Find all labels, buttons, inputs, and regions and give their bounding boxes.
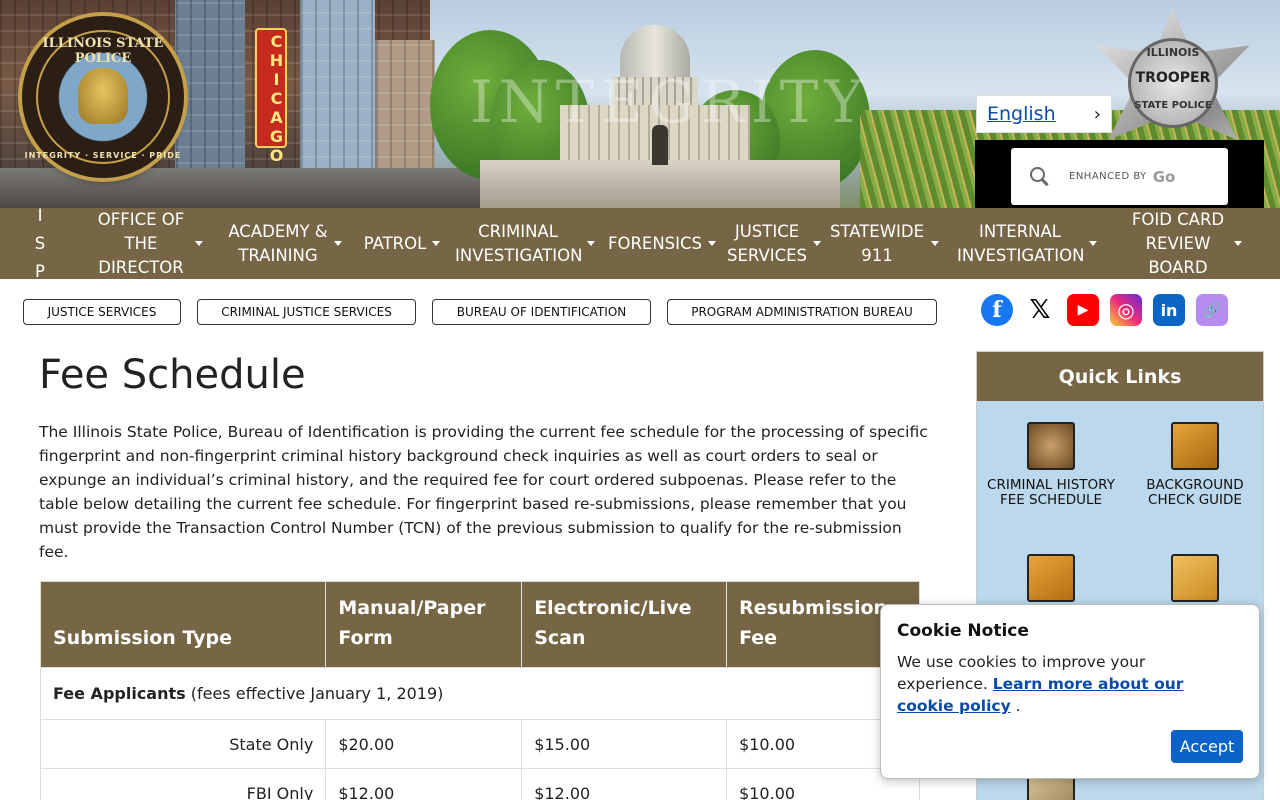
banner-tower bbox=[175, 0, 245, 180]
language-label[interactable]: English bbox=[987, 103, 1056, 125]
caret-down-icon bbox=[708, 241, 717, 246]
document-stamp-icon bbox=[1171, 554, 1219, 602]
badge-text-top: ILLINOIS bbox=[1146, 46, 1200, 59]
nav-label: ACADEMY & TRAINING bbox=[228, 221, 328, 265]
link-icon[interactable]: 🔗 bbox=[1196, 294, 1228, 326]
quick-link-background-check-guide[interactable]: BACKGROUND CHECK GUIDE bbox=[1130, 422, 1260, 507]
page-title: Fee Schedule bbox=[39, 352, 306, 398]
cookie-notice: Cookie Notice We use cookies to improve … bbox=[880, 604, 1260, 779]
table-header-row: Submission Type Manual/Paper Form Electr… bbox=[39, 581, 920, 668]
nav-item-criminal-investigation[interactable]: CRIMINAL INVESTIGATION bbox=[450, 208, 600, 279]
table-cell: FBI Only bbox=[39, 768, 327, 800]
cookie-period: . bbox=[1015, 697, 1021, 715]
column-header: Manual/Paper Form bbox=[325, 581, 523, 668]
youtube-icon[interactable]: ▶ bbox=[1067, 294, 1099, 326]
quick-link-cannabis[interactable] bbox=[986, 554, 1116, 610]
nav-label: OFFICE OF THE DIRECTOR bbox=[97, 209, 185, 277]
caret-down-icon bbox=[1089, 241, 1097, 246]
breadcrumb-criminal-justice-services[interactable]: CRIMINAL JUSTICE SERVICES bbox=[197, 299, 416, 325]
caret-down-icon bbox=[587, 241, 595, 246]
nav-item-internal-investigation[interactable]: INTERNAL INVESTIGATION bbox=[944, 208, 1110, 279]
caret-down-icon bbox=[432, 241, 441, 246]
breadcrumb-program-administration-bureau[interactable]: PROGRAM ADMINISTRATION BUREAU bbox=[667, 299, 937, 325]
cookie-title: Cookie Notice bbox=[897, 621, 1029, 641]
table-cell: $12.00 bbox=[521, 768, 728, 800]
isp-seal-logo[interactable]: ILLINOIS STATE POLICE INTEGRITY · SERVIC… bbox=[22, 16, 184, 178]
seal-motto: INTEGRITY · SERVICE · PRIDE bbox=[24, 151, 182, 160]
group-label: Fee Applicants bbox=[53, 684, 186, 703]
chicago-theatre-sign: CHICAGO bbox=[255, 28, 287, 165]
nav-item-patrol[interactable]: PATROL bbox=[354, 208, 450, 279]
table-cell: State Only bbox=[39, 719, 327, 769]
quick-links-title: Quick Links bbox=[977, 352, 1263, 401]
caret-down-icon bbox=[931, 241, 939, 246]
table-cell: $20.00 bbox=[325, 719, 523, 769]
facebook-icon[interactable]: f bbox=[981, 294, 1013, 326]
column-header: Submission Type bbox=[39, 581, 327, 668]
breadcrumb-bureau-of-identification[interactable]: BUREAU OF IDENTIFICATION bbox=[432, 299, 651, 325]
caret-down-icon bbox=[195, 241, 203, 246]
search-brand: Go bbox=[1152, 167, 1176, 186]
table-cell: $12.00 bbox=[325, 768, 523, 800]
clipboard-icon bbox=[1027, 776, 1075, 800]
fee-schedule-table: Submission Type Manual/Paper Form Electr… bbox=[39, 581, 920, 800]
quick-link-criminal-history-fee-schedule[interactable]: CRIMINAL HISTORY FEE SCHEDULE bbox=[986, 422, 1116, 507]
quick-link-clipboard[interactable] bbox=[986, 776, 1116, 800]
banner-capitol-steps bbox=[480, 160, 840, 208]
caret-down-icon bbox=[813, 241, 821, 246]
fingerprint-icon bbox=[1027, 422, 1075, 470]
nav-label: INTERNAL INVESTIGATION bbox=[957, 221, 1085, 265]
breadcrumb-justice-services[interactable]: JUSTICE SERVICES bbox=[23, 299, 181, 325]
cookie-text: We use cookies to improve your experienc… bbox=[897, 651, 1217, 717]
nav-item-isp[interactable]: I S P bbox=[0, 206, 80, 281]
group-cell: Fee Applicants (fees effective January 1… bbox=[40, 667, 920, 720]
chevron-right-icon: › bbox=[1093, 103, 1101, 125]
language-selector[interactable]: English › bbox=[976, 95, 1112, 133]
nav-label: PATROL bbox=[363, 233, 427, 253]
banner-tower bbox=[300, 0, 375, 190]
banner-watermark: INTEGRITY bbox=[470, 68, 869, 136]
nav-item-academy-training[interactable]: ACADEMY & TRAINING bbox=[216, 208, 354, 279]
quick-link-document[interactable] bbox=[1130, 554, 1260, 610]
table-cell: $15.00 bbox=[521, 719, 728, 769]
magnifier-check-icon bbox=[1171, 422, 1219, 470]
search-icon[interactable] bbox=[1029, 166, 1051, 188]
table-group-row: Fee Applicants (fees effective January 1… bbox=[40, 667, 920, 720]
nav-item-office-of-the-director[interactable]: OFFICE OF THE DIRECTOR bbox=[80, 208, 216, 279]
table-row: State Only $20.00 $15.00 $10.00 bbox=[39, 719, 920, 769]
caret-down-icon bbox=[334, 241, 342, 246]
eagle-icon bbox=[78, 68, 128, 124]
nav-label: FOID CARD REVIEW BOARD bbox=[1131, 209, 1225, 277]
nav-item-statewide-911[interactable]: STATEWIDE 911 bbox=[824, 208, 944, 279]
nav-label: I S P bbox=[34, 205, 46, 281]
badge-text-middle: TROOPER bbox=[1135, 70, 1211, 86]
search-input[interactable]: ENHANCED BY Go bbox=[1011, 148, 1228, 205]
caret-down-icon bbox=[1234, 241, 1242, 246]
main-nav: I S P OFFICE OF THE DIRECTOR ACADEMY & T… bbox=[0, 206, 1280, 281]
nav-label: CRIMINAL INVESTIGATION bbox=[455, 221, 583, 265]
accept-cookies-button[interactable]: Accept bbox=[1171, 730, 1243, 763]
column-header: Electronic/Live Scan bbox=[521, 581, 728, 668]
trooper-badge-logo: ILLINOIS TROOPER STATE POLICE bbox=[1088, 8, 1258, 158]
group-note: (fees effective January 1, 2019) bbox=[185, 684, 444, 703]
quick-link-label: CRIMINAL HISTORY FEE SCHEDULE bbox=[987, 477, 1115, 508]
quick-link-label: BACKGROUND CHECK GUIDE bbox=[1146, 477, 1244, 508]
badge-text-bottom: STATE POLICE bbox=[1134, 100, 1212, 111]
search-enhanced-by: ENHANCED BY bbox=[1069, 171, 1147, 182]
cannabis-leaf-icon bbox=[1027, 554, 1075, 602]
nav-label: FORENSICS bbox=[607, 233, 703, 253]
nav-item-foid-card-review-board[interactable]: FOID CARD REVIEW BOARD bbox=[1110, 208, 1260, 279]
x-icon[interactable]: 𝕏 bbox=[1024, 294, 1056, 326]
intro-paragraph: The Illinois State Police, Bureau of Ide… bbox=[39, 423, 928, 561]
nav-item-justice-services[interactable]: JUSTICE SERVICES bbox=[724, 208, 824, 279]
nav-item-forensics[interactable]: FORENSICS bbox=[600, 208, 724, 279]
table-row: FBI Only $12.00 $12.00 $10.00 bbox=[39, 768, 920, 800]
linkedin-icon[interactable]: in bbox=[1153, 294, 1185, 326]
nav-label: JUSTICE SERVICES bbox=[727, 221, 808, 265]
instagram-icon[interactable]: ◎ bbox=[1110, 294, 1142, 326]
nav-label: STATEWIDE 911 bbox=[829, 221, 925, 265]
seal-title: ILLINOIS STATE POLICE bbox=[42, 36, 164, 66]
